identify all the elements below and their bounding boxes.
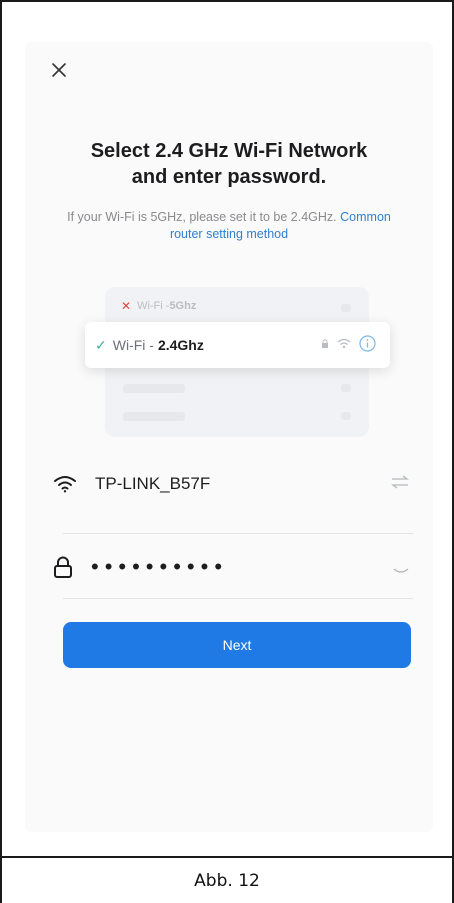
illustration-selected-network: ✓ Wi-Fi - 2.4Ghz bbox=[85, 322, 390, 368]
wifi-icon bbox=[54, 476, 76, 493]
password-field[interactable]: •••••••••• bbox=[53, 539, 413, 595]
page-subtitle: If your Wi-Fi is 5GHz, please set it to … bbox=[55, 209, 403, 243]
close-button[interactable] bbox=[45, 56, 73, 84]
next-button[interactable]: Next bbox=[63, 622, 411, 668]
illustration-5ghz-band: 5Ghz bbox=[169, 300, 197, 312]
illustration-5ghz-prefix: Wi-Fi - bbox=[137, 300, 170, 312]
figure-caption: Abb. 12 bbox=[194, 870, 260, 891]
toggle-password-visibility-button[interactable] bbox=[393, 562, 409, 580]
password-value: •••••••••• bbox=[91, 554, 229, 579]
illustration-placeholder bbox=[123, 412, 185, 421]
illustration-placeholder bbox=[341, 304, 351, 312]
error-x-icon: ✕ bbox=[121, 299, 132, 313]
illustration-placeholder bbox=[341, 412, 351, 420]
switch-network-button[interactable] bbox=[391, 475, 409, 494]
close-icon bbox=[52, 63, 66, 77]
page-title-line1: Select 2.4 GHz Wi-Fi Network bbox=[90, 140, 368, 162]
lock-icon bbox=[54, 556, 72, 578]
eye-closed-icon bbox=[393, 568, 409, 573]
subtitle-text: If your Wi-Fi is 5GHz, please set it to … bbox=[67, 210, 337, 224]
illustration-placeholder bbox=[341, 384, 351, 392]
check-icon: ✓ bbox=[95, 336, 107, 353]
illustration-24ghz-band: 2.4Ghz bbox=[157, 337, 204, 353]
swap-icon bbox=[391, 475, 409, 489]
small-lock-icon bbox=[322, 338, 328, 348]
page-title-line2: and enter password. bbox=[131, 166, 327, 188]
illustration-row-5ghz: ✕ Wi-Fi - 5Ghz bbox=[121, 298, 196, 314]
wifi-ssid-row[interactable]: TP-LINK_B57F bbox=[53, 456, 413, 512]
info-icon bbox=[359, 335, 376, 352]
wifi-ssid-value: TP-LINK_B57F bbox=[95, 474, 211, 493]
divider bbox=[63, 598, 413, 599]
small-wifi-icon bbox=[337, 338, 351, 349]
illustration-placeholder bbox=[123, 384, 185, 393]
illustration-network-icons bbox=[321, 335, 376, 352]
illustration-24ghz-prefix: Wi-Fi - bbox=[112, 337, 154, 353]
page-title: Select 2.4 GHz Wi-Fi Network and enter p… bbox=[25, 138, 433, 190]
phone-screen: Select 2.4 GHz Wi-Fi Network and enter p… bbox=[25, 42, 433, 832]
divider bbox=[63, 533, 413, 534]
